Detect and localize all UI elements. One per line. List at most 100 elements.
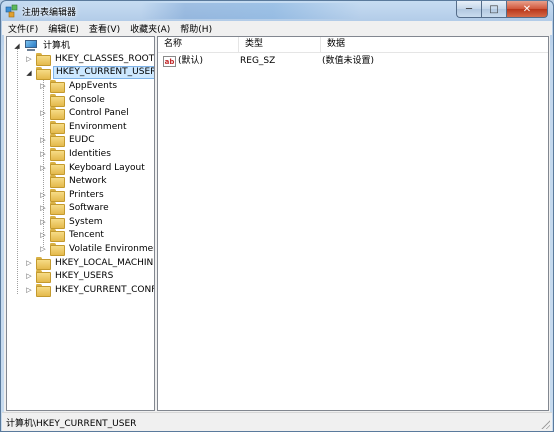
tree-node-label: HKEY_CURRENT_CONFIG [55,284,155,295]
tree-node-label: Environment [69,121,127,132]
tree-node-control-panel[interactable]: ▷ Control Panel [39,106,131,120]
expand-arrow-icon[interactable]: ▷ [25,286,33,294]
folder-icon [50,216,65,229]
tree-node-tencent[interactable]: ▷ Tencent [39,228,106,242]
tree-node-label: Volatile Environment [69,243,155,254]
tree-node-label: Tencent [69,229,104,240]
folder-icon [36,53,51,66]
status-bar: 计算机\HKEY_CURRENT_USER [2,412,552,431]
tree-node-label: Printers [69,189,104,200]
tree-node-label: HKEY_LOCAL_MACHINE [55,257,155,268]
maximize-icon: □ [489,3,499,15]
folder-icon [50,148,65,161]
expand-arrow-icon[interactable]: ▷ [39,218,47,226]
minimize-icon: ─ [465,3,473,15]
folder-icon [50,94,65,107]
tree-node-hkey-current-config[interactable]: ▷ HKEY_CURRENT_CONFIG [25,283,155,297]
value-type: REG_SZ [240,56,276,66]
values-list-pane[interactable]: 名称 类型 数据 ab (默认) REG_SZ (数值未设置) [157,36,549,411]
expand-arrow-icon[interactable]: ▷ [39,231,47,239]
menu-favorites[interactable]: 收藏夹(A) [124,22,174,35]
folder-icon [50,80,65,93]
tree-node-eudc[interactable]: ▷ EUDC [39,133,97,147]
close-icon: ✕ [522,3,532,15]
tree-node-label: Console [69,94,105,105]
collapse-arrow-icon[interactable]: ◢ [13,42,21,50]
registry-editor-window: 注册表编辑器 ─ □ ✕ 文件(F) 编辑(E) 查看(V) 收藏夹(A) 帮助… [0,0,554,432]
tree-node-keyboard-layout[interactable]: ▷ Keyboard Layout [39,161,147,175]
tree-node-label: Software [69,202,109,213]
menu-help[interactable]: 帮助(H) [174,22,216,35]
expand-arrow-icon[interactable]: ▷ [39,164,47,172]
tree-node-label: HKEY_CLASSES_ROOT [55,53,155,64]
expand-arrow-icon[interactable]: ▷ [39,204,47,212]
tree-node-hkey-local-machine[interactable]: ▷ HKEY_LOCAL_MACHINE [25,256,155,270]
tree-node-label: HKEY_CURRENT_USER [53,66,154,79]
column-header-name[interactable]: 名称 [158,37,239,53]
tree-node-system[interactable]: ▷ System [39,215,105,229]
tree-node-label: Keyboard Layout [69,162,145,173]
menu-file[interactable]: 文件(F) [2,22,42,35]
caption-buttons: ─ □ ✕ [456,1,548,19]
folder-icon [50,243,65,256]
collapse-arrow-icon[interactable]: ◢ [25,69,33,77]
folder-icon [50,229,65,242]
menu-view[interactable]: 查看(V) [83,22,124,35]
tree-node-hkey-users[interactable]: ▷ HKEY_USERS [25,269,115,283]
folder-icon [50,107,65,120]
tree-node-hkey-current-user[interactable]: ◢ HKEY_CURRENT_USER [25,66,154,80]
tree-node-label: Control Panel [69,107,129,118]
expand-arrow-icon[interactable]: ▷ [39,109,47,117]
tree-node-computer[interactable]: ◢ 计算机 [13,39,72,52]
computer-icon [23,39,39,52]
folder-icon [50,121,65,134]
title-bar[interactable]: 注册表编辑器 ─ □ ✕ [1,1,553,21]
tree-node-label: 计算机 [43,40,71,51]
folder-icon [50,134,65,147]
no-expander [39,96,47,104]
folder-icon [50,189,65,202]
expand-arrow-icon[interactable]: ▷ [39,150,47,158]
tree-node-label: Network [69,175,107,186]
tree-node-network[interactable]: Network [39,174,109,188]
close-button[interactable]: ✕ [506,1,548,18]
client-area: ◢ 计算机 ▷ HKEY_CLASSES_ROOT ◢ HKEY_CURRENT… [4,35,550,412]
tree-node-hkey-classes-root[interactable]: ▷ HKEY_CLASSES_ROOT [25,52,155,66]
tree-guide-line [17,49,18,294]
menu-edit[interactable]: 编辑(E) [42,22,83,35]
minimize-button[interactable]: ─ [456,1,481,18]
value-name: (默认) [178,56,204,66]
no-expander [39,123,47,131]
tree-node-printers[interactable]: ▷ Printers [39,188,106,202]
expand-arrow-icon[interactable]: ▷ [39,191,47,199]
folder-icon [36,284,51,297]
folder-icon [50,202,65,215]
registry-editor-icon [5,4,18,18]
list-item[interactable]: ab (默认) REG_SZ (数值未设置) [158,55,374,68]
folder-icon [50,175,65,188]
tree-node-software[interactable]: ▷ Software [39,201,111,215]
tree-node-environment[interactable]: Environment [39,120,128,134]
tree-node-identities[interactable]: ▷ Identities [39,147,113,161]
list-header: 名称 类型 数据 [158,37,548,53]
column-header-data[interactable]: 数据 [321,37,548,53]
maximize-button[interactable]: □ [481,1,506,18]
tree-node-label: AppEvents [69,80,118,91]
key-tree-pane[interactable]: ◢ 计算机 ▷ HKEY_CLASSES_ROOT ◢ HKEY_CURRENT… [6,36,155,411]
title-bar-glow [141,3,361,19]
folder-icon [50,162,65,175]
column-header-type[interactable]: 类型 [239,37,321,53]
expand-arrow-icon[interactable]: ▷ [25,259,33,267]
expand-arrow-icon[interactable]: ▷ [25,272,33,280]
expand-arrow-icon[interactable]: ▷ [39,245,47,253]
tree-node-volatile-environment[interactable]: ▷ Volatile Environment [39,242,155,256]
expand-arrow-icon[interactable]: ▷ [39,82,47,90]
tree-node-console[interactable]: Console [39,93,107,107]
tree-node-appevents[interactable]: ▷ AppEvents [39,79,119,93]
expand-arrow-icon[interactable]: ▷ [39,136,47,144]
tree-node-label: System [69,216,103,227]
resize-grip-icon[interactable] [540,419,550,429]
menu-bar: 文件(F) 编辑(E) 查看(V) 收藏夹(A) 帮助(H) [2,21,552,35]
folder-icon [36,257,51,270]
expand-arrow-icon[interactable]: ▷ [25,55,33,63]
